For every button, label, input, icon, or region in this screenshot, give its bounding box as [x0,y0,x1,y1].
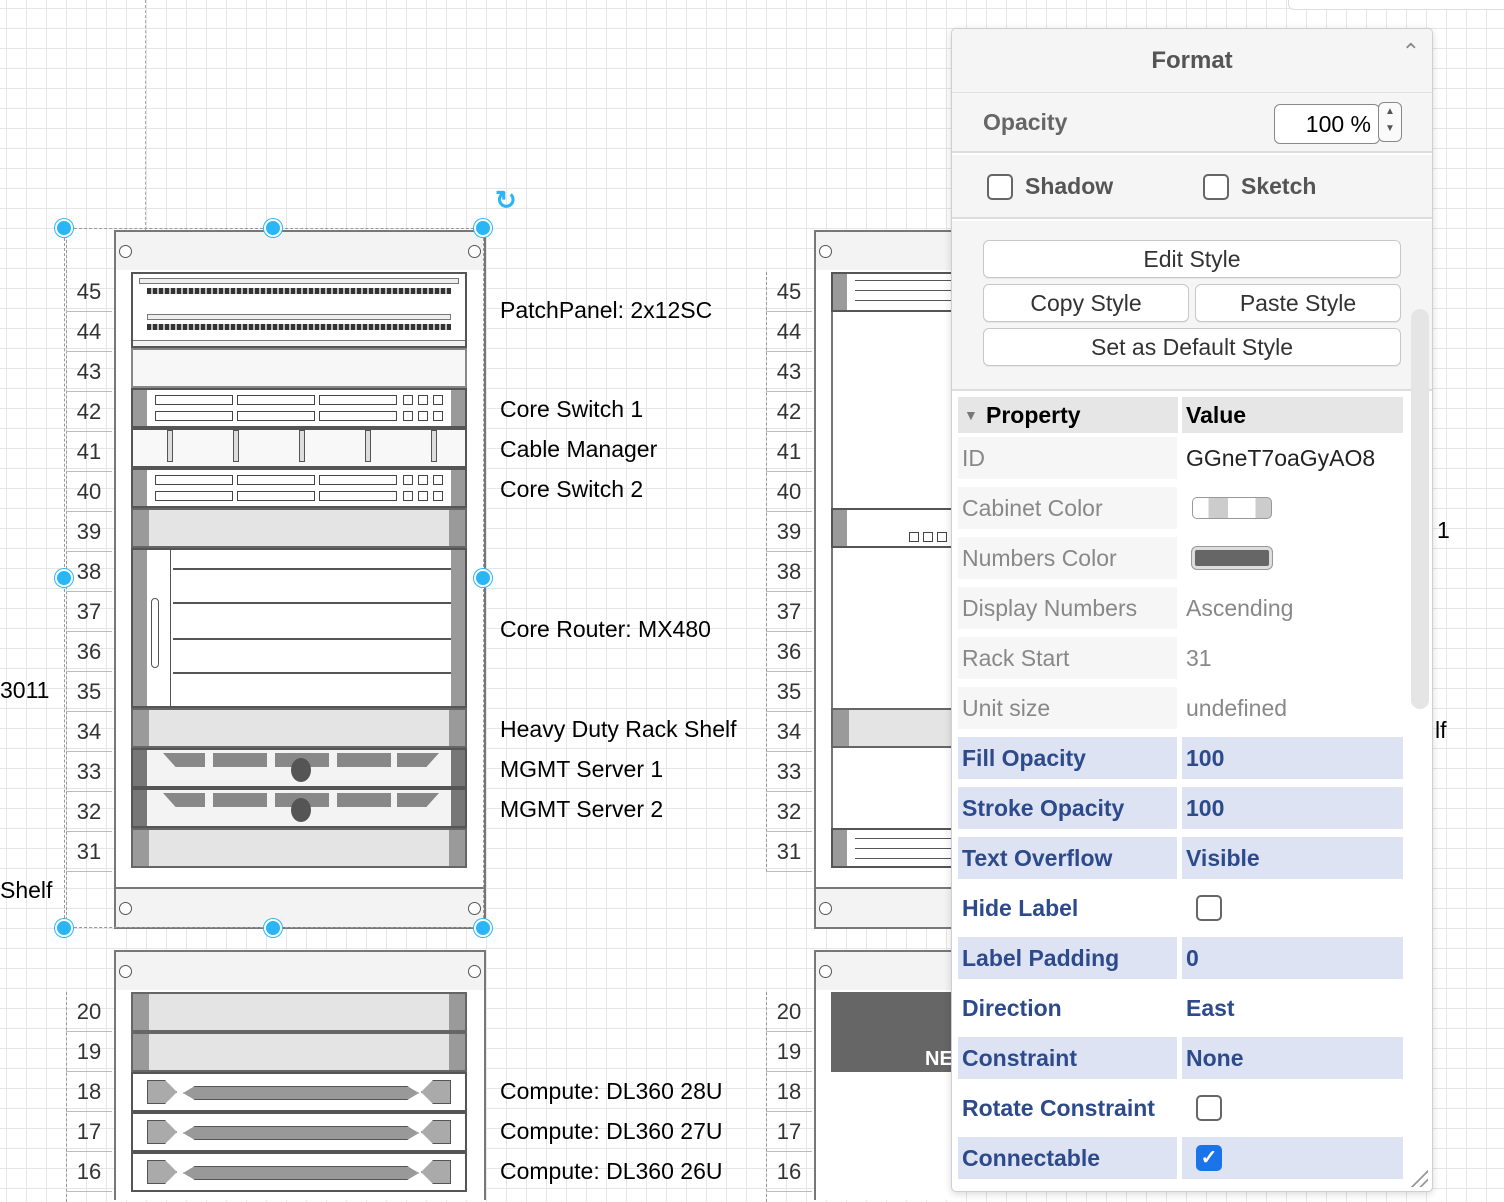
numbers-color-swatch[interactable] [1192,547,1272,569]
opacity-spinner-icon[interactable]: ▲ ▼ [1378,102,1402,142]
prop-row-connectable[interactable]: Connectable ✓ [958,1135,1403,1181]
label-compute-27[interactable]: Compute: DL360 27U [500,1118,722,1145]
prop-row-cabinet-color[interactable]: Cabinet Color [958,485,1403,531]
top-right-edge [1288,0,1504,10]
resize-handle-ne[interactable] [474,219,492,237]
prop-row-display-numbers[interactable]: Display Numbers Ascending [958,585,1403,631]
prop-row-unit-size[interactable]: Unit size undefined [958,685,1403,731]
label-patch-panel[interactable]: PatchPanel: 2x12SC [500,297,712,324]
format-panel: Format ⌃ Opacity 100 % ▲ ▼ Shadow Sketch … [951,28,1433,1192]
resize-handle-se[interactable] [474,919,492,937]
panel-title: Format [952,29,1432,93]
opacity-input[interactable]: 100 % [1274,104,1380,144]
prop-row-fill-opacity[interactable]: Fill Opacity 100 [958,735,1403,781]
copy-style-button[interactable]: Copy Style [983,284,1189,322]
selection-outline [64,228,484,928]
property-table-header[interactable]: ▼ Property Value [958,397,1403,433]
rotate-constraint-checkbox[interactable] [1196,1095,1222,1121]
edit-style-button[interactable]: Edit Style [983,240,1401,278]
label-compute-28[interactable]: Compute: DL360 28U [500,1078,722,1105]
dark-device[interactable]: NE [831,992,961,1072]
edge-label-left-2: Shelf [0,877,53,903]
prop-row-hide-label[interactable]: Hide Label [958,885,1403,931]
label-core-switch-1[interactable]: Core Switch 1 [500,396,643,423]
panel-scrollbar[interactable] [1411,309,1429,709]
resize-handle-nw[interactable] [55,219,73,237]
value-column-header: Value [1186,402,1247,428]
prop-row-id[interactable]: ID GGneT7oaGyAO8 [958,435,1403,481]
effects-section: Shadow Sketch [952,155,1432,219]
cabinet-color-swatch[interactable] [1192,497,1272,519]
compute-server-26-device[interactable] [131,1152,467,1192]
label-rack-shelf[interactable]: Heavy Duty Rack Shelf [500,716,736,743]
expand-triangle-icon[interactable]: ▼ [964,397,978,433]
prop-row-label-padding[interactable]: Label Padding 0 [958,935,1403,981]
prop-row-direction[interactable]: Direction East [958,985,1403,1031]
prop-row-stroke-opacity[interactable]: Stroke Opacity 100 [958,785,1403,831]
label-cable-manager[interactable]: Cable Manager [500,436,657,463]
style-buttons-section: Edit Style Copy Style Paste Style Set as… [952,221,1432,391]
prop-row-numbers-color[interactable]: Numbers Color [958,535,1403,581]
opacity-label: Opacity [983,109,1068,135]
collapse-chevron-icon[interactable]: ⌃ [1402,39,1420,65]
resize-handle-n[interactable] [264,219,282,237]
edge-label-right-1: 1 [1437,517,1450,543]
compute-server-28-device[interactable] [131,1072,467,1112]
prop-row-constraint[interactable]: Constraint None [958,1035,1403,1081]
resize-handle-e[interactable] [474,569,492,587]
connectable-checkbox[interactable]: ✓ [1196,1145,1222,1171]
edge-label-left-1: 3011 [0,677,50,703]
opacity-section: Opacity 100 % ▲ ▼ [952,93,1432,153]
paste-style-button[interactable]: Paste Style [1195,284,1401,322]
prop-row-text-overflow[interactable]: Text Overflow Visible [958,835,1403,881]
property-column-header: Property [986,402,1081,428]
prop-row-rotate-constraint[interactable]: Rotate Constraint [958,1085,1403,1131]
label-core-router[interactable]: Core Router: MX480 [500,616,711,643]
rotate-handle-icon[interactable]: ↻ [495,185,517,216]
edge-label-right-2: lf [1435,717,1447,743]
sketch-checkbox[interactable] [1203,174,1229,200]
compute-server-27-device[interactable] [131,1112,467,1152]
resize-grip-icon[interactable] [1408,1167,1428,1187]
label-mgmt-server-2[interactable]: MGMT Server 2 [500,796,663,823]
resize-handle-sw[interactable] [55,919,73,937]
set-default-style-button[interactable]: Set as Default Style [983,328,1401,366]
label-compute-26[interactable]: Compute: DL360 26U [500,1158,722,1185]
label-mgmt-server-1[interactable]: MGMT Server 1 [500,756,663,783]
shadow-label: Shadow [1025,173,1114,199]
guide-line [145,0,146,230]
shadow-checkbox[interactable] [987,174,1013,200]
label-core-switch-2[interactable]: Core Switch 2 [500,476,643,503]
resize-handle-w[interactable] [55,569,73,587]
prop-row-rack-start[interactable]: Rack Start 31 [958,635,1403,681]
resize-handle-s[interactable] [264,919,282,937]
sketch-label: Sketch [1241,173,1317,199]
hide-label-checkbox[interactable] [1196,895,1222,921]
